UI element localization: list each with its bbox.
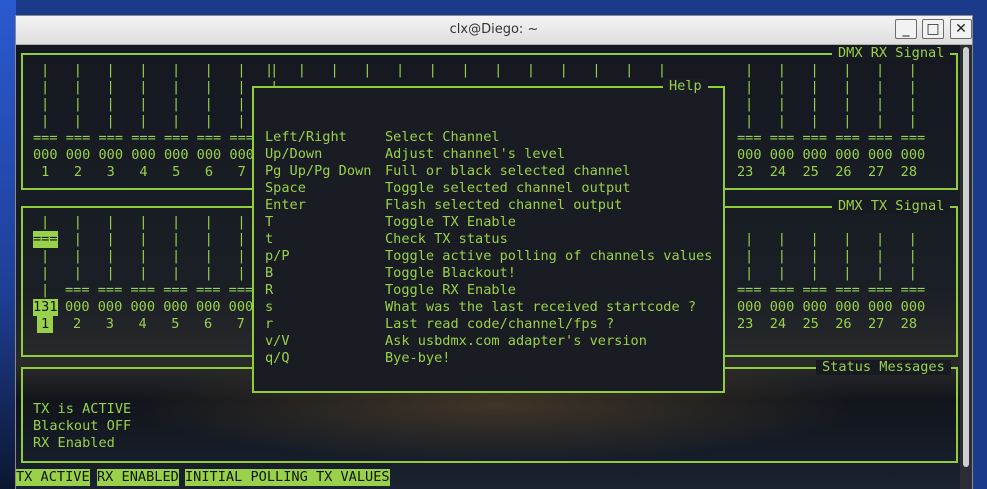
help-desc: Toggle RX Enable [385, 282, 516, 298]
help-desc: Toggle selected channel output [385, 180, 631, 196]
rx-values-row: 000 000 000 000 000 000 000 [33, 147, 254, 163]
tx-eq-row: === === === === === === [65, 282, 254, 298]
rx-right-bars-row-3: | | | | | | [745, 96, 917, 112]
help-key: q/Q [265, 350, 290, 366]
help-key: Pg Up/Pg Down [265, 163, 372, 179]
tx-selected-value[interactable]: 131 [33, 299, 58, 316]
help-desc: Bye-bye! [385, 350, 451, 366]
help-key: T [265, 214, 274, 230]
help-desc: Select Channel [385, 129, 500, 145]
help-title: Help [663, 79, 708, 94]
tx-bars-row-2: | | | | | | [41, 231, 246, 247]
tx-right-bars-row-1: | | | | | | [745, 231, 917, 247]
help-desc: Toggle active polling of channels values [385, 248, 713, 264]
rx-panel-title: DMX RX Signal [832, 46, 951, 61]
window-title: clx@Diego: ~ [449, 22, 539, 37]
maximize-icon: □ [926, 21, 940, 37]
tx-right-values-row: 000 000 000 000 000 000 [737, 299, 926, 315]
help-key: v/V [265, 333, 290, 349]
help-key: r [265, 316, 274, 332]
rx-eq-row: === === === === === === === [33, 130, 254, 146]
status-line-rx: RX Enabled [33, 435, 115, 451]
help-desc: Full or black selected channel [385, 163, 631, 179]
rx-right-eq-row: === === === === === === [737, 130, 926, 146]
close-icon: ✕ [955, 21, 967, 37]
rx-top-bars-row: | | | | | | | | | | | | | [265, 62, 667, 78]
tx-bars-row-3: | | | | | | [41, 248, 246, 264]
help-desc: Last read code/channel/fps ? [385, 316, 615, 332]
tx-right-bars-row-3: | | | | | | [745, 265, 917, 281]
rx-right-bars-row-2: | | | | | | [745, 79, 917, 95]
help-key: Enter [265, 197, 306, 213]
help-desc: What was the last received startcode ? [385, 299, 696, 315]
tx-right-eq-row: === === === === === === [737, 282, 926, 298]
tx-panel-title: DMX TX Signal [832, 199, 951, 214]
minimize-icon: _ [902, 21, 910, 37]
maximize-button[interactable]: □ [922, 19, 944, 39]
help-key: p/P [265, 248, 290, 264]
tx-selected-channel[interactable]: 1 [37, 316, 54, 333]
tx-right-channels-row: 23 24 25 26 27 28 [737, 316, 918, 332]
help-key: B [265, 265, 274, 281]
desktop-background [0, 0, 16, 489]
scrollbar[interactable] [960, 45, 972, 489]
status-bar-tx: TX ACTIVE [16, 469, 90, 486]
rx-channels-row: 1 2 3 4 5 6 7 [33, 164, 246, 180]
status-bar-rx: RX ENABLED [97, 469, 179, 486]
rx-bars-row-1: | | | | | | | | [41, 62, 279, 78]
terminal-area[interactable]: DMX RX Signal | | | | | | | | | | | | | … [16, 45, 960, 489]
help-key: R [265, 282, 274, 298]
help-key: Space [265, 180, 306, 196]
help-desc: Check TX status [385, 231, 508, 247]
help-desc: Ask usbdmx.com adapter's version [385, 333, 647, 349]
help-key: Up/Down [265, 146, 323, 162]
rx-bars-row-3: | | | | | | | | [41, 96, 279, 112]
status-line-blackout: Blackout OFF [33, 418, 132, 434]
rx-bars-row-2: | | | | | | | | [41, 79, 279, 95]
tx-right-bars-row-2: | | | | | | [745, 248, 917, 264]
help-key: Left/Right [265, 129, 347, 145]
tx-bars-row-1: | | | | | | [41, 214, 246, 230]
help-desc: Toggle Blackout! [385, 265, 516, 281]
help-key: s [265, 299, 274, 315]
scrollbar-thumb[interactable] [963, 47, 969, 467]
title-bar[interactable]: clx@Diego: ~ _ □ ✕ [16, 16, 972, 45]
help-desc: Flash selected channel output [385, 197, 623, 213]
help-desc: Adjust channel's level [385, 146, 566, 162]
tx-ch1-bar-5: | [41, 282, 50, 298]
tx-bars-row-4: | | | | | | [41, 265, 246, 281]
help-desc: Toggle TX Enable [385, 214, 516, 230]
rx-right-values-row: 000 000 000 000 000 000 [737, 147, 926, 163]
tx-channels-row: 2 3 4 5 6 7 [73, 316, 245, 332]
rx-bars-row-4: | | | | | | | | [41, 113, 279, 129]
minimize-button[interactable]: _ [895, 19, 917, 39]
rx-right-bars-row-4: | | | | | | [745, 113, 917, 129]
rx-right-bars-row-1: | | | | | | [745, 62, 917, 78]
status-line-tx: TX is ACTIVE [33, 401, 132, 417]
status-panel-title: Status Messages [816, 360, 951, 375]
close-button[interactable]: ✕ [950, 19, 972, 39]
status-bar-polling: INITIAL POLLING TX VALUES [185, 469, 390, 486]
tx-values-row: 000 000 000 000 000 000 [65, 299, 254, 315]
rx-right-channels-row: 23 24 25 26 27 28 [737, 164, 918, 180]
terminal-window: clx@Diego: ~ _ □ ✕ DMX RX Signal | | | |… [15, 15, 973, 489]
help-key: t [265, 231, 274, 247]
